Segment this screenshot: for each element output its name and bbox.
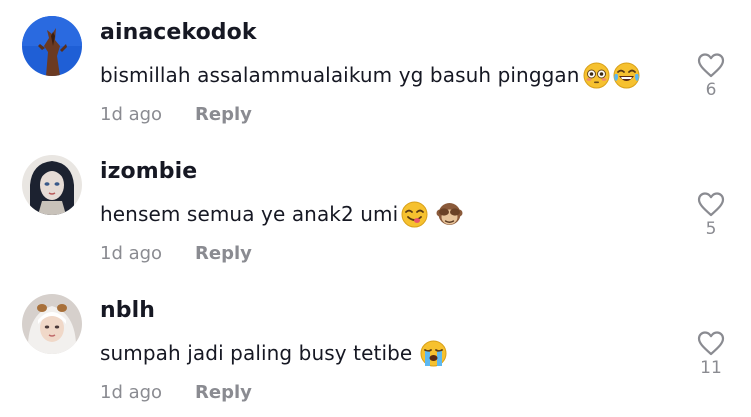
comment-username[interactable]: izombie (100, 159, 197, 184)
comment-body: bismillah assalammualaikum yg basuh ping… (100, 60, 640, 90)
comment-username[interactable]: nblh (100, 298, 155, 323)
comment-text: hensem semua ye anak2 umi (100, 202, 399, 226)
comment-body: hensem semua ye anak2 umi (100, 199, 463, 229)
like-count: 6 (705, 80, 717, 100)
reply-button[interactable]: Reply (195, 104, 252, 125)
comment-item: nblh sumpah jadi paling busy tetibe 1d a… (0, 278, 751, 417)
tears-of-joy-emoji (613, 62, 640, 89)
comment-item: izombie hensem semua ye anak2 umi 1d ago… (0, 139, 751, 278)
savoring-food-face-emoji (401, 201, 428, 228)
comment-item: ainacekodok bismillah assalammualaikum y… (0, 0, 751, 139)
avatar[interactable] (22, 155, 82, 215)
comment-timestamp: 1d ago (100, 104, 163, 125)
like-button[interactable]: 11 (690, 330, 732, 378)
avatar[interactable] (22, 16, 82, 76)
comment-text: sumpah jadi paling busy tetibe (100, 341, 413, 365)
comment-username[interactable]: ainacekodok (100, 20, 257, 45)
heart-outline-icon (697, 192, 725, 217)
reply-button[interactable]: Reply (195, 243, 252, 264)
flushed-face-emoji (583, 62, 610, 89)
see-no-evil-monkey-emoji (436, 201, 463, 228)
comment-meta: 1d ago Reply (100, 382, 252, 403)
avatar[interactable] (22, 294, 82, 354)
reply-button[interactable]: Reply (195, 382, 252, 403)
like-button[interactable]: 5 (690, 191, 732, 239)
avatar-image (22, 294, 82, 354)
avatar-image (22, 155, 82, 215)
like-button[interactable]: 6 (690, 52, 732, 100)
comment-body: sumpah jadi paling busy tetibe (100, 338, 447, 368)
avatar-image (22, 16, 82, 76)
comment-meta: 1d ago Reply (100, 104, 252, 125)
comment-timestamp: 1d ago (100, 243, 163, 264)
comment-meta: 1d ago Reply (100, 243, 252, 264)
comment-text: bismillah assalammualaikum yg basuh ping… (100, 63, 580, 87)
comment-timestamp: 1d ago (100, 382, 163, 403)
heart-outline-icon (697, 53, 725, 78)
heart-outline-icon (697, 331, 725, 356)
like-count: 11 (700, 358, 722, 378)
loudly-crying-face-emoji (420, 340, 447, 367)
like-count: 5 (705, 219, 717, 239)
